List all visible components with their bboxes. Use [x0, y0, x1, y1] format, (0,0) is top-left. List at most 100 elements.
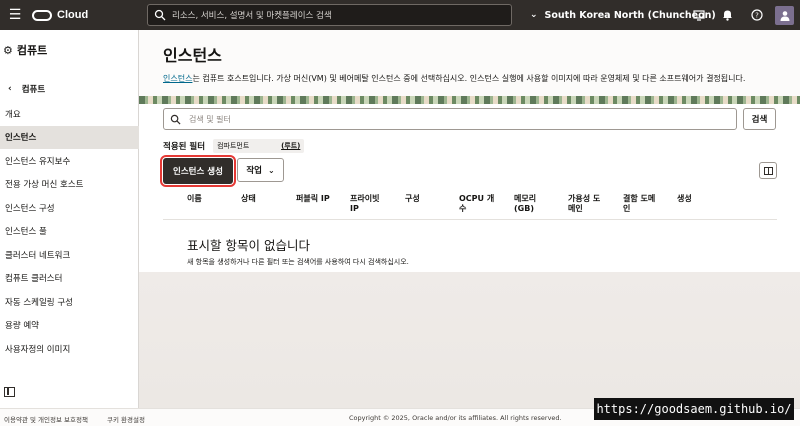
bell-icon[interactable] — [713, 0, 742, 30]
sidebar-item-label: 사용자정의 이미지 — [5, 344, 71, 355]
empty-state-description: 새 항목을 생성하거나 다른 필터 또는 검색어를 사용하여 다시 검색하십시오… — [187, 258, 409, 266]
sidebar-item-label: 컴퓨트 클러스터 — [5, 274, 63, 285]
instances-doc-link[interactable]: 인스턴스 — [163, 74, 192, 83]
page-header: 인스턴스 인스턴스는 컴퓨트 호스트입니다. 가상 머신(VM) 및 베어메탈 … — [139, 30, 800, 100]
sidebar-item-label: 개요 — [5, 109, 21, 120]
column-header-label: 메인 — [568, 204, 583, 213]
actions-label: 작업 — [246, 166, 262, 176]
sidebar-item-label: 클러스터 네트워크 — [5, 250, 71, 261]
column-header-name[interactable]: 이름 — [187, 194, 202, 204]
search-icon — [154, 9, 166, 21]
column-header-shape[interactable]: 구성 — [405, 194, 420, 204]
sidebar-item-label: 인스턴스 풀 — [5, 227, 47, 238]
logo-text: Cloud — [57, 9, 89, 21]
oracle-logo-icon — [32, 9, 52, 21]
sidebar-item-overview[interactable]: 개요 — [0, 102, 139, 126]
sidebar-back-label: 컴퓨트 — [21, 85, 46, 95]
column-header-label: 상태 — [241, 194, 256, 203]
page-description: 인스턴스는 컴퓨트 호스트입니다. 가상 머신(VM) 및 베어메탈 인스턴스 … — [163, 73, 745, 84]
column-header-label: IP — [350, 204, 359, 213]
sidebar-item-dedicated-vm-hosts[interactable]: 전용 가상 머신 호스트 — [0, 173, 139, 197]
sidebar-item-instance-maintenance[interactable]: 인스턴스 유지보수 — [0, 149, 139, 173]
search-icon — [170, 114, 181, 125]
top-navigation-bar: ☰ Cloud 리소스, 서비스, 설명서 및 마켓플레이스 검색 ⌄ Sout… — [0, 0, 800, 30]
sidebar-item-cluster-networks[interactable]: 클러스터 네트워크 — [0, 243, 139, 267]
search-button[interactable]: 검색 — [743, 108, 776, 130]
chevron-down-icon: ⌄ — [530, 10, 538, 20]
sidebar-item-instances[interactable]: 인스턴스 — [0, 125, 139, 149]
cookie-preferences-link[interactable]: 쿠키 환경설정 — [107, 414, 145, 424]
sidebar-item-label: 인스턴스 구성 — [5, 203, 55, 214]
instances-panel: 검색 및 필터 검색 적용된 필터 컴파트먼트 (루트) 인스턴스 생성 작업 … — [139, 104, 800, 272]
chip-label: 컴파트먼트 — [217, 142, 250, 150]
column-header-label: 결함 도메 — [623, 194, 656, 203]
sidebar-item-custom-images[interactable]: 사용자정의 이미지 — [0, 337, 139, 361]
column-header-fault-domain[interactable]: 결함 도메 인 — [623, 194, 655, 214]
chip-value: (루트) — [281, 142, 301, 150]
column-header-availability-domain[interactable]: 가용성 도 메인 — [568, 194, 600, 214]
search-placeholder: 리소스, 서비스, 설명서 및 마켓플레이스 검색 — [172, 11, 332, 21]
column-header-label: 인 — [623, 204, 631, 213]
terms-link[interactable]: 이용약관 및 개인정보 보호정책 — [4, 414, 88, 424]
column-header-state[interactable]: 상태 — [241, 194, 256, 204]
sidebar-title: ⚙ 컴퓨트 — [3, 42, 47, 58]
sidebar-item-label: 용량 예약 — [5, 321, 39, 332]
compute-gear-icon: ⚙ — [3, 43, 13, 57]
empty-state-title: 표시할 항목이 없습니다 — [187, 238, 310, 253]
cloud-shell-icon[interactable] — [684, 0, 713, 30]
sidebar-item-capacity-reservations[interactable]: 용량 예약 — [0, 314, 139, 338]
sidebar-item-compute-clusters[interactable]: 컴퓨트 클러스터 — [0, 267, 139, 291]
column-header-label: 이름 — [187, 194, 202, 203]
column-header-label: 메모리 — [514, 194, 537, 203]
columns-icon — [763, 166, 773, 175]
column-header-label: 프라이빗 — [350, 194, 380, 203]
svg-text:?: ? — [755, 12, 759, 20]
sidebar-nav-list: 개요 인스턴스 인스턴스 유지보수 전용 가상 머신 호스트 인스턴스 구성 인… — [0, 102, 139, 361]
copyright-text: Copyright © 2025, Oracle and/or its affi… — [349, 414, 562, 422]
user-avatar[interactable] — [775, 5, 794, 25]
sidebar-item-autoscaling[interactable]: 자동 스케일링 구성 — [0, 290, 139, 314]
column-header-label: (GB) — [514, 204, 534, 213]
column-header-label: 구성 — [405, 194, 420, 203]
sidebar-item-label: 자동 스케일링 구성 — [5, 297, 73, 308]
decorative-banner — [139, 96, 800, 104]
column-header-public-ip[interactable]: 퍼블릭 IP — [296, 194, 330, 204]
main-content: 인스턴스 인스턴스는 컴퓨트 호스트입니다. 가상 머신(VM) 및 베어메탈 … — [139, 30, 800, 408]
column-header-private-ip[interactable]: 프라이빗 IP — [350, 194, 379, 214]
column-header-ocpu[interactable]: OCPU 개수 — [459, 194, 494, 214]
oracle-cloud-logo[interactable]: Cloud — [32, 9, 88, 21]
create-instance-button[interactable]: 인스턴스 생성 — [160, 155, 236, 187]
sidebar-back-link[interactable]: ‹ 컴퓨트 — [8, 83, 45, 95]
sidebar-item-instance-configurations[interactable]: 인스턴스 구성 — [0, 196, 139, 220]
column-header-label: 생성 — [677, 194, 692, 203]
menu-icon[interactable]: ☰ — [0, 0, 30, 30]
compartment-filter-chip[interactable]: 컴파트먼트 (루트) — [213, 139, 305, 153]
chevron-down-icon: ⌄ — [267, 165, 275, 175]
page-background — [139, 272, 800, 408]
page-title: 인스턴스 — [163, 46, 222, 65]
sidebar-item-label: 인스턴스 유지보수 — [5, 156, 71, 167]
search-filter-input[interactable]: 검색 및 필터 — [163, 108, 737, 130]
watermark: https://goodsaem.github.io/ — [594, 398, 794, 420]
applied-filters-label: 적용된 필터 — [163, 142, 206, 152]
applied-filters: 적용된 필터 컴파트먼트 (루트) — [163, 139, 305, 153]
column-header-memory[interactable]: 메모리 (GB) — [514, 194, 536, 214]
global-search-input[interactable]: 리소스, 서비스, 설명서 및 마켓플레이스 검색 — [147, 4, 512, 26]
column-header-created[interactable]: 생성 — [677, 194, 692, 204]
chevron-left-icon: ‹ — [8, 84, 12, 94]
sidebar: ⚙ 컴퓨트 ‹ 컴퓨트 개요 인스턴스 인스턴스 유지보수 전용 가상 머신 호… — [0, 30, 139, 408]
page-description-text: 는 컴퓨트 호스트입니다. 가상 머신(VM) 및 베어메탈 인스턴스 중에 선… — [192, 74, 746, 83]
sidebar-item-label: 전용 가상 머신 호스트 — [5, 180, 84, 191]
column-toggle-button[interactable] — [759, 162, 777, 179]
filter-placeholder: 검색 및 필터 — [189, 114, 231, 124]
sidebar-item-instance-pools[interactable]: 인스턴스 풀 — [0, 220, 139, 244]
actions-dropdown[interactable]: 작업 ⌄ — [237, 158, 284, 182]
column-header-label: 수 — [459, 204, 467, 213]
table-header: 이름 상태 퍼블릭 IP 프라이빗 IP 구성 OCPU 개수 메모리 (GB) 가… — [163, 192, 777, 220]
column-header-label: 가용성 도 — [568, 194, 601, 203]
collapse-sidebar-icon[interactable] — [4, 387, 15, 397]
help-icon[interactable]: ? — [742, 0, 771, 30]
column-header-label: 퍼블릭 IP — [296, 194, 330, 203]
sidebar-item-label: 인스턴스 — [5, 133, 37, 144]
column-header-label: OCPU 개 — [459, 194, 495, 203]
